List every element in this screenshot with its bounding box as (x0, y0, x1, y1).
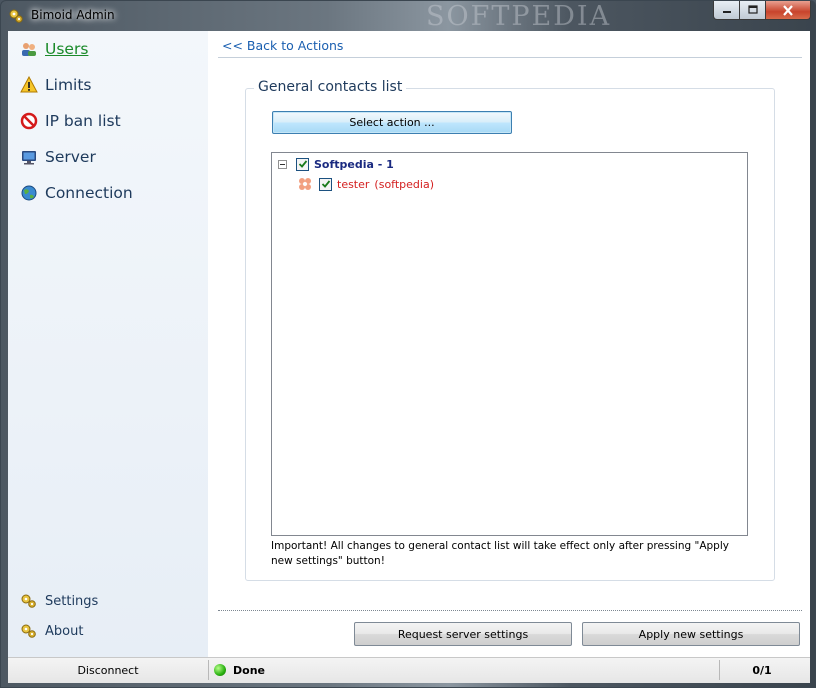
sidebar-item-limits[interactable]: Limits (20, 75, 92, 95)
tree-group-node[interactable]: Softpedia - 1 (278, 156, 394, 172)
contact-offline-icon (298, 177, 312, 191)
important-note: Important! All changes to general contac… (271, 540, 729, 567)
warning-icon (20, 76, 38, 94)
minimize-button[interactable] (713, 1, 740, 20)
contact-name: tester (337, 177, 370, 191)
sidebar-item-server[interactable]: Server (20, 147, 96, 167)
sidebar-item-ip-ban-list[interactable]: IP ban list (20, 111, 121, 131)
disconnect-button[interactable]: Disconnect (8, 660, 209, 680)
gears-icon (20, 622, 38, 640)
status-led-icon (214, 664, 226, 676)
sidebar-item-label: Limits (45, 76, 92, 94)
sidebar-item-settings[interactable]: Settings (20, 591, 98, 611)
minimize-icon (722, 11, 731, 13)
sidebar: Users Limits IP ban list Server Connecti… (8, 31, 208, 657)
checkmark-icon (298, 160, 307, 168)
footer-divider (218, 610, 802, 611)
group-checkbox[interactable] (296, 157, 309, 171)
monitor-icon (20, 148, 38, 166)
status-counter: 0/1 (719, 660, 804, 680)
collapse-toggle-icon[interactable] (278, 159, 287, 169)
watermark-text: SOFTPEDIA (426, 1, 612, 32)
main-panel: << Back to Actions General contacts list… (218, 31, 810, 657)
caption-buttons (713, 1, 811, 21)
checkmark-icon (321, 180, 330, 188)
sidebar-item-label: Users (45, 40, 89, 58)
group-title: General contacts list (254, 79, 407, 95)
sidebar-item-users[interactable]: Users (20, 39, 88, 59)
sidebar-item-about[interactable]: About (20, 621, 83, 641)
ban-icon (20, 112, 38, 130)
title-bar[interactable]: Bimoid Admin SOFTPEDIA (1, 1, 815, 32)
back-to-actions-link[interactable]: << Back to Actions (222, 38, 343, 53)
gears-icon (20, 592, 38, 610)
maximize-icon (747, 5, 758, 14)
close-button[interactable] (766, 1, 811, 20)
app-gears-icon (9, 9, 23, 23)
sidebar-item-label: Server (45, 148, 96, 166)
window-title: Bimoid Admin (31, 8, 115, 22)
request-server-settings-button[interactable]: Request server settings (354, 622, 572, 646)
close-icon (783, 4, 793, 16)
globe-icon (20, 184, 38, 202)
sidebar-item-connection[interactable]: Connection (20, 183, 133, 203)
contact-note: (softpedia) (374, 177, 434, 191)
sidebar-item-label: IP ban list (45, 112, 121, 130)
client-area: Users Limits IP ban list Server Connecti… (8, 31, 810, 683)
select-action-button[interactable]: Select action ... (272, 111, 512, 134)
sidebar-item-label: Connection (45, 184, 133, 202)
contacts-tree[interactable]: Softpedia - 1 tester (softpedia) (271, 152, 748, 536)
sidebar-item-label: About (45, 623, 84, 639)
header-divider (218, 57, 802, 58)
contacts-groupbox: General contacts list Select action ... … (245, 79, 775, 581)
apply-new-settings-button[interactable]: Apply new settings (582, 622, 800, 646)
sidebar-item-label: Settings (45, 593, 99, 609)
group-name: Softpedia - 1 (314, 157, 394, 171)
users-icon (20, 40, 38, 58)
maximize-button[interactable] (740, 1, 766, 20)
status-area: Done (214, 660, 265, 680)
app-window: Bimoid Admin SOFTPEDIA Users Limits IP b… (0, 0, 816, 688)
tree-contact-node[interactable]: tester (softpedia) (298, 176, 434, 192)
status-text: Done (233, 663, 265, 677)
contact-checkbox[interactable] (319, 177, 332, 191)
status-bar: Disconnect Done 0/1 (8, 657, 810, 683)
